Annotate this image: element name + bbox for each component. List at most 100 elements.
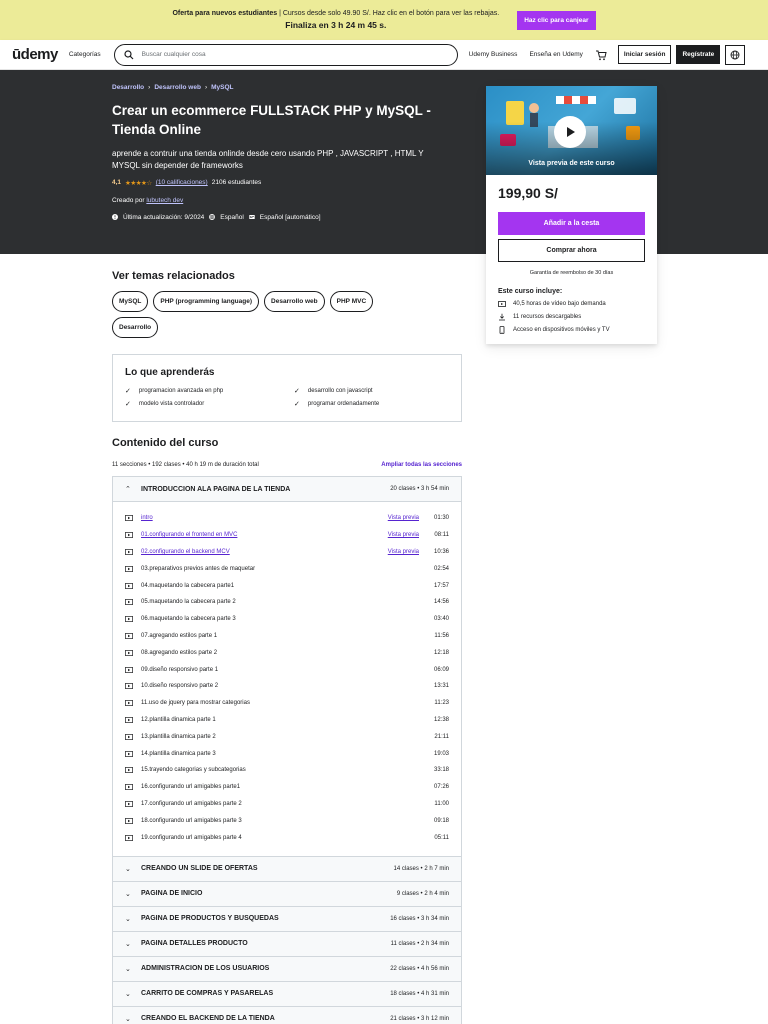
login-button[interactable]: Iniciar sesión [617, 45, 672, 64]
topic-pill[interactable]: Desarrollo web [264, 291, 325, 312]
topic-pill[interactable]: PHP MVC [329, 291, 374, 312]
lecture-row[interactable]: 02.configurando el backend MCV Vista prev… [125, 544, 449, 561]
lecture-title: 04.maquetando la cabecera parte1 [141, 582, 235, 589]
preview-link[interactable]: Vista previa [388, 549, 419, 555]
lecture-title[interactable]: 02.configurando el backend MCV [141, 549, 388, 555]
lecture-title: 13.plantilla dinamica parte 2 [141, 733, 216, 740]
lecture-row[interactable]: intro Vista previa 01:30 [125, 510, 449, 527]
section-name: CARRITO DE COMPRAS Y PASARELAS [141, 990, 274, 998]
topic-pill[interactable]: PHP (programming language) [153, 291, 260, 312]
search-bar[interactable]: Buscar cualquier cosa [113, 43, 458, 66]
language-button[interactable] [725, 44, 746, 65]
section-info: 22 clases • 4 h 56 min [390, 965, 449, 972]
udemy-logo[interactable]: ūdemy [12, 46, 58, 63]
video-icon [125, 834, 133, 841]
signup-button[interactable]: Regístrate [676, 45, 721, 64]
section-header[interactable]: ⌄ PAGINA DE PRODUCTOS Y BUSQUEDAS 16 clase… [113, 906, 461, 932]
includes-item: Acceso en dispositivos móviles y TV [498, 326, 645, 334]
topic-pill[interactable]: Desarrollo [112, 317, 159, 338]
lecture-list: intro Vista previa 01:30 01.configurando el… [113, 502, 461, 857]
preview-label: Vista previa de este curso [528, 160, 615, 167]
learn-text: modelo vista controlador [138, 401, 205, 407]
includes-text: 11 recursos descargables [513, 314, 582, 320]
check-icon: ✓ [294, 388, 300, 395]
add-to-cart-button[interactable]: Añadir a la cesta [498, 212, 645, 235]
includes-item: 40,5 horas de vídeo bajo demanda [498, 300, 645, 308]
course-preview[interactable]: Vista previa de este curso [486, 86, 657, 175]
preview-link[interactable]: Vista previa [388, 532, 419, 538]
check-icon: ✓ [125, 401, 131, 408]
video-icon [125, 565, 133, 572]
alert-icon [112, 214, 118, 221]
lecture-duration: 07:26 [433, 784, 449, 791]
redeem-button[interactable]: Haz clic para canjear [517, 10, 596, 30]
section-name: PAGINA DE INICIO [141, 890, 203, 898]
section-header[interactable]: ⌄ CREANDO UN SLIDE DE OFERTAS 14 clases • … [113, 856, 461, 882]
breadcrumb-item[interactable]: Desarrollo [112, 84, 144, 91]
lecture-row: 06.maquetando la cabecera parte 3 03:40 [125, 611, 449, 628]
section-header[interactable]: ⌄ PAGINA DETALLES PRODUCTO 11 clases • 2 h… [113, 931, 461, 957]
breadcrumb-item[interactable]: MySQL [211, 84, 233, 91]
lecture-title: 10.diseño responsivo parte 2 [141, 683, 219, 690]
course-captions: Español [automático] [259, 213, 321, 221]
lecture-duration: 14:56 [433, 599, 449, 606]
expand-all-button[interactable]: Ampliar todas las secciones [381, 462, 462, 468]
video-icon [125, 784, 133, 791]
author-link[interactable]: lubutech dev [146, 197, 183, 204]
download-icon [499, 313, 505, 321]
rating-row: 4,1 ★★★★☆ (10 calificaciones) 2106 estud… [112, 179, 768, 187]
chevron-up-icon: ⌃ [125, 486, 131, 493]
lecture-row: 12.plantilla dinamica parte 1 12:38 [125, 712, 449, 729]
chevron-down-icon: ⌄ [125, 990, 131, 998]
lecture-duration: 11:23 [434, 700, 449, 707]
lecture-row: 13.plantilla dinamica parte 2 21:11 [125, 728, 449, 745]
related-topics: MySQL PHP (programming language) Desarro… [112, 291, 412, 338]
categories-link[interactable]: Categorías [69, 51, 101, 58]
lecture-duration: 05:11 [434, 834, 449, 841]
section-header[interactable]: ⌄ CREANDO EL BACKEND DE LA TIENDA 21 clase… [113, 1006, 461, 1024]
learn-item: ✓ modelo vista controlador [125, 400, 294, 408]
learn-text: desarrollo con javascript [307, 388, 373, 394]
chevron-right-icon: › [148, 84, 151, 91]
video-icon [125, 649, 133, 656]
students-count: 2106 estudiantes [211, 179, 262, 187]
lecture-duration: 21:11 [434, 733, 449, 740]
section-info: 20 clases • 3 h 54 min [390, 486, 449, 492]
ratings-link[interactable]: (10 calificaciones) [156, 179, 208, 186]
lecture-title: 07.agregando estilos parte 1 [141, 632, 218, 639]
section-header[interactable]: ⌄ CARRITO DE COMPRAS Y PASARELAS 18 clases… [113, 981, 461, 1007]
udemy-business-link[interactable]: Udemy Business [469, 51, 518, 58]
preview-link[interactable]: Vista previa [388, 515, 419, 521]
lecture-duration: 01:30 [433, 515, 449, 522]
promo-text: Oferta para nuevos estudiantes | Cursos … [172, 9, 499, 31]
content-summary: 11 secciones • 192 clases • 40 h 19 m de… [112, 462, 259, 468]
section-header[interactable]: ⌄ ADMINISTRACION DE LOS USUARIOS 22 clases… [113, 956, 461, 982]
lecture-title[interactable]: intro [141, 515, 388, 521]
video-icon [125, 683, 133, 690]
lecture-row: 14.plantilla dinamica parte 3 19:03 [125, 745, 449, 762]
section-header[interactable]: ⌄ PAGINA DE INICIO 9 clases • 2 h 4 min [113, 881, 461, 907]
play-button[interactable] [554, 116, 586, 148]
lecture-duration: 03:40 [433, 616, 449, 623]
money-back-guarantee: Garantía de reembolso de 30 días [529, 270, 614, 276]
lecture-duration: 13:31 [433, 683, 449, 690]
topic-pill[interactable]: MySQL [112, 291, 149, 312]
creator-line: Creado por lubutech dev [112, 197, 768, 204]
section-header-open[interactable]: ⌃ INTRODUCCION ALA PAGINA DE LA TIENDA 2… [113, 477, 461, 502]
lecture-row: 18.configurando url amigables parte 3 09:… [125, 812, 449, 829]
video-icon [125, 616, 133, 623]
section-info: 16 clases • 3 h 34 min [390, 915, 449, 922]
section-info: 18 clases • 4 h 31 min [390, 990, 449, 997]
lecture-title: 19.configurando url amigables parte 4 [141, 834, 242, 841]
chevron-right-icon: › [204, 84, 208, 91]
buy-now-button[interactable]: Comprar ahora [498, 239, 645, 262]
cart-icon[interactable] [595, 49, 607, 61]
lecture-row[interactable]: 01.configurando el frontend en MVC Vista … [125, 527, 449, 544]
breadcrumb-item[interactable]: Desarrollo web [154, 84, 201, 91]
video-icon [125, 817, 133, 824]
learn-title: Lo que aprenderás [125, 367, 215, 378]
lecture-title[interactable]: 01.configurando el frontend en MVC [141, 532, 388, 538]
video-icon [125, 733, 133, 740]
search-input[interactable]: Buscar cualquier cosa [142, 51, 206, 58]
teach-link[interactable]: Enseña en Udemy [529, 51, 582, 58]
